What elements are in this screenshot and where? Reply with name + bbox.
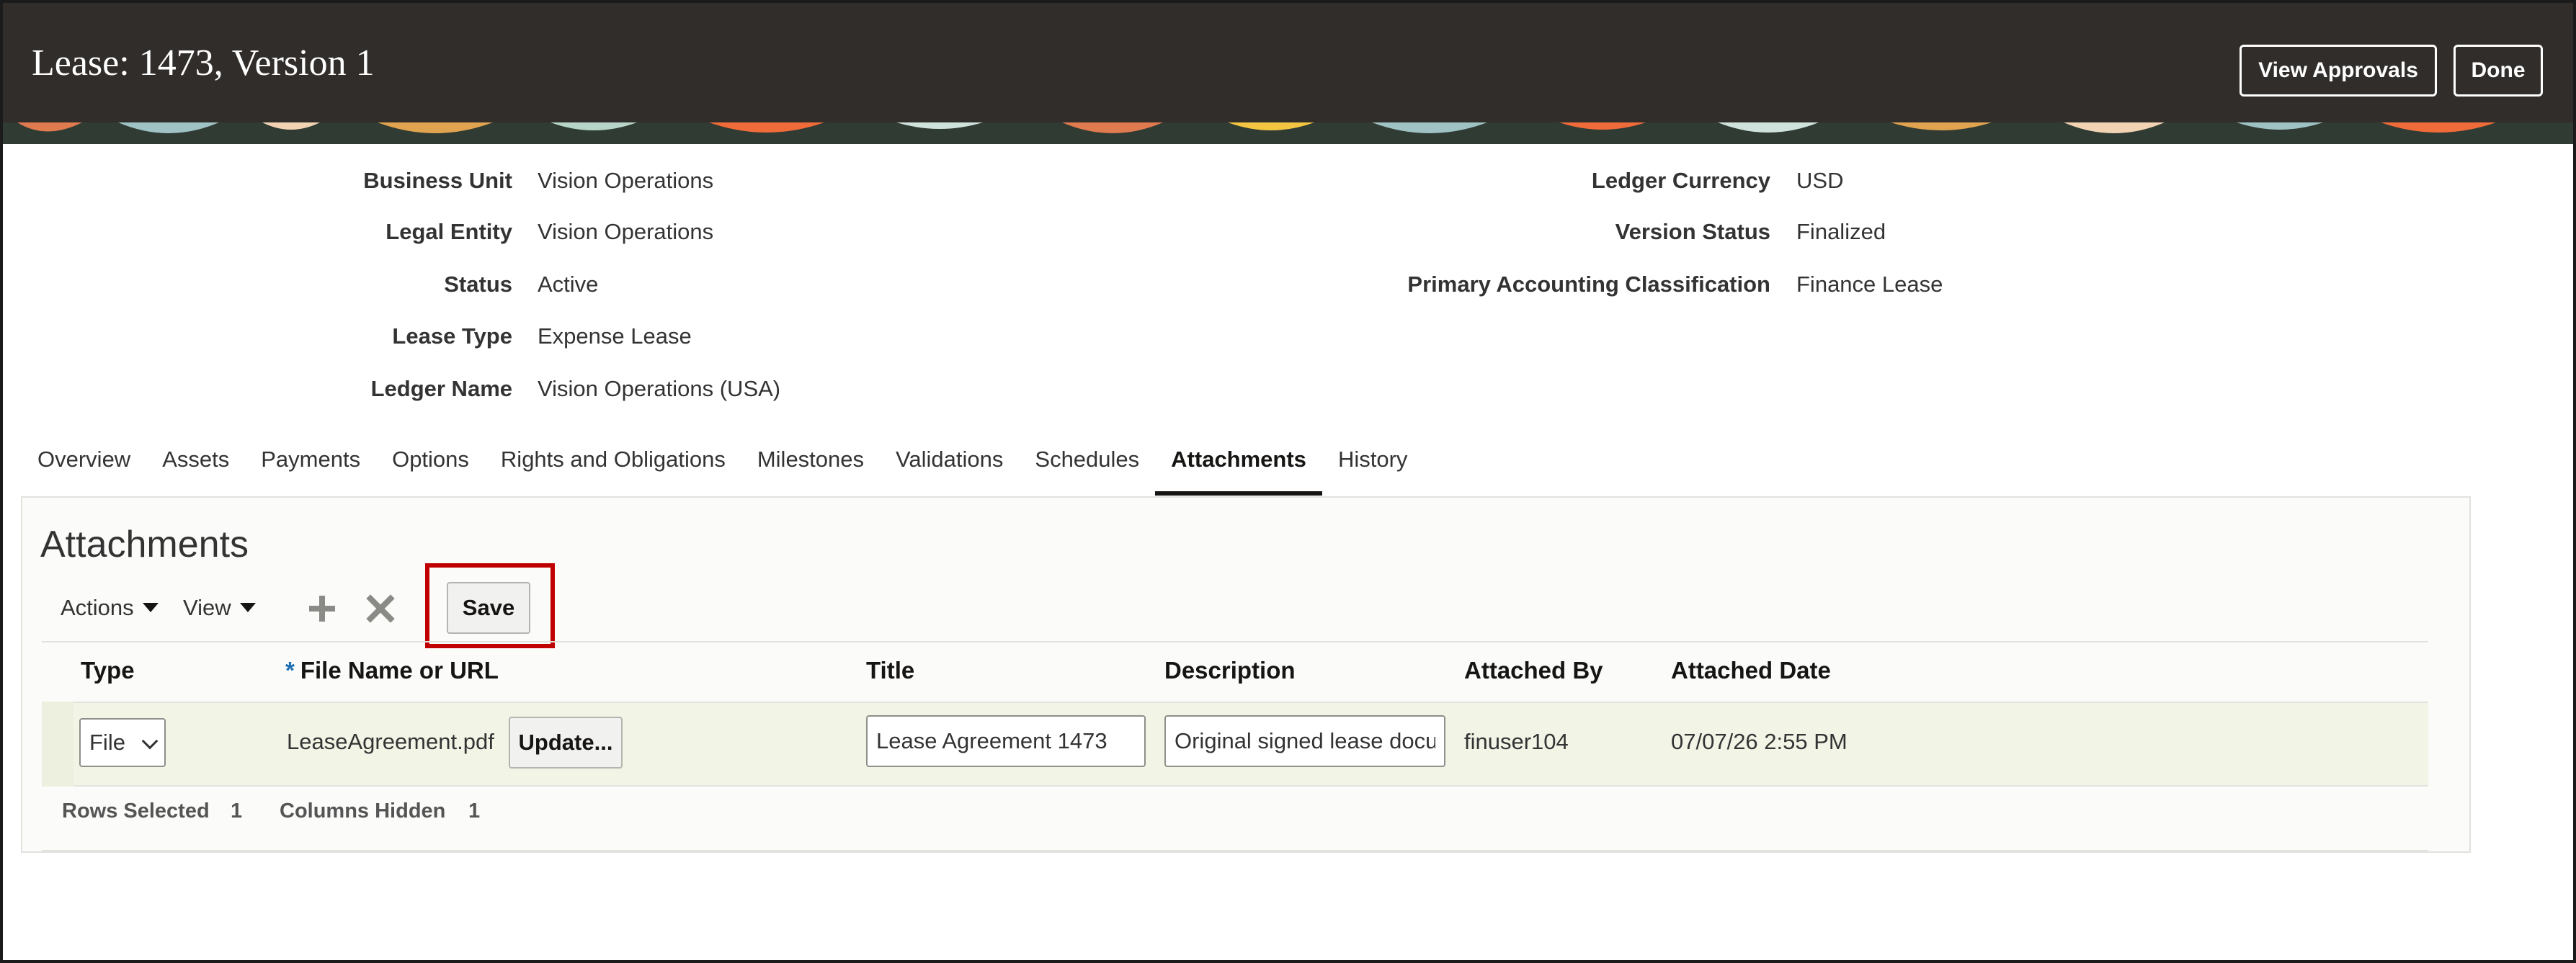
column-header-file-name-label: File Name or URL <box>300 657 499 684</box>
row-selector[interactable] <box>42 702 73 787</box>
view-approvals-button[interactable]: View Approvals <box>2239 45 2437 97</box>
caret-down-icon <box>142 603 159 612</box>
ledger-name-value: Vision Operations (USA) <box>538 376 781 401</box>
column-header-attached-by[interactable]: Attached By <box>1464 658 1603 682</box>
view-menu-label: View <box>183 595 231 620</box>
ledger-currency-value: USD <box>1796 168 1844 193</box>
rows-selected-value: 1 <box>231 799 243 823</box>
tab-bar: Overview Assets Payments Options Rights … <box>29 444 1423 496</box>
column-header-title[interactable]: Title <box>866 658 914 682</box>
attached-by-value: finuser104 <box>1464 729 1569 754</box>
business-unit-value: Vision Operations <box>538 168 714 193</box>
tab-rights-and-obligations[interactable]: Rights and Obligations <box>485 444 741 496</box>
ledger-currency-label: Ledger Currency <box>1591 168 1770 193</box>
caret-down-icon <box>239 603 256 612</box>
file-name-link[interactable]: LeaseAgreement.pdf <box>287 730 494 753</box>
update-button[interactable]: Update... <box>509 717 623 769</box>
title-input[interactable] <box>866 715 1146 767</box>
type-select-value: File <box>89 730 125 755</box>
plus-icon[interactable] <box>306 592 339 625</box>
save-button[interactable]: Save <box>447 582 530 634</box>
columns-hidden-label: Columns Hidden <box>280 799 446 823</box>
columns-hidden-value: 1 <box>468 799 481 823</box>
decorative-banner <box>3 122 2573 144</box>
actions-menu[interactable]: Actions <box>61 596 159 619</box>
attachments-section-title: Attachments <box>40 524 249 565</box>
tab-overview[interactable]: Overview <box>29 444 146 496</box>
tab-payments[interactable]: Payments <box>245 444 376 496</box>
page-title: Lease: 1473, Version 1 <box>32 42 375 84</box>
lease-type-label: Lease Type <box>392 323 512 349</box>
close-icon[interactable] <box>364 592 397 625</box>
lease-type-value: Expense Lease <box>538 323 692 349</box>
business-unit-label: Business Unit <box>363 168 512 193</box>
done-button[interactable]: Done <box>2454 45 2543 97</box>
table-footer-divider <box>42 850 2428 851</box>
tab-options[interactable]: Options <box>376 444 485 496</box>
legal-entity-value: Vision Operations <box>538 219 714 244</box>
page-header: Lease: 1473, Version 1 View Approvals Do… <box>3 3 2573 122</box>
legal-entity-label: Legal Entity <box>385 219 512 244</box>
primary-accounting-classification-value: Finance Lease <box>1796 272 1943 297</box>
view-menu[interactable]: View <box>183 596 256 619</box>
column-header-description[interactable]: Description <box>1164 658 1296 682</box>
column-header-type[interactable]: Type <box>81 658 135 682</box>
tab-milestones[interactable]: Milestones <box>741 444 880 496</box>
rows-selected-label: Rows Selected <box>62 799 210 823</box>
description-input[interactable] <box>1164 715 1445 767</box>
tab-validations[interactable]: Validations <box>880 444 1019 496</box>
chevron-down-icon <box>141 733 159 750</box>
ledger-name-label: Ledger Name <box>370 376 512 401</box>
column-header-file-name[interactable]: * File Name or URL <box>285 658 499 682</box>
column-header-attached-date[interactable]: Attached Date <box>1671 658 1831 682</box>
tab-history[interactable]: History <box>1322 444 1423 496</box>
banner-pattern <box>3 122 2573 144</box>
required-marker: * <box>285 657 295 684</box>
actions-menu-label: Actions <box>61 595 134 620</box>
tab-schedules[interactable]: Schedules <box>1019 444 1155 496</box>
type-select[interactable]: File <box>79 718 166 767</box>
status-label: Status <box>444 272 512 297</box>
table-header-divider <box>42 641 2428 642</box>
attached-date-value: 07/07/26 2:55 PM <box>1671 729 1848 754</box>
tab-attachments[interactable]: Attachments <box>1155 444 1322 496</box>
primary-accounting-classification-label: Primary Accounting Classification <box>1407 272 1770 297</box>
tab-assets[interactable]: Assets <box>146 444 245 496</box>
version-status-label: Version Status <box>1615 219 1770 244</box>
status-value: Active <box>538 272 599 297</box>
version-status-value: Finalized <box>1796 219 1886 244</box>
